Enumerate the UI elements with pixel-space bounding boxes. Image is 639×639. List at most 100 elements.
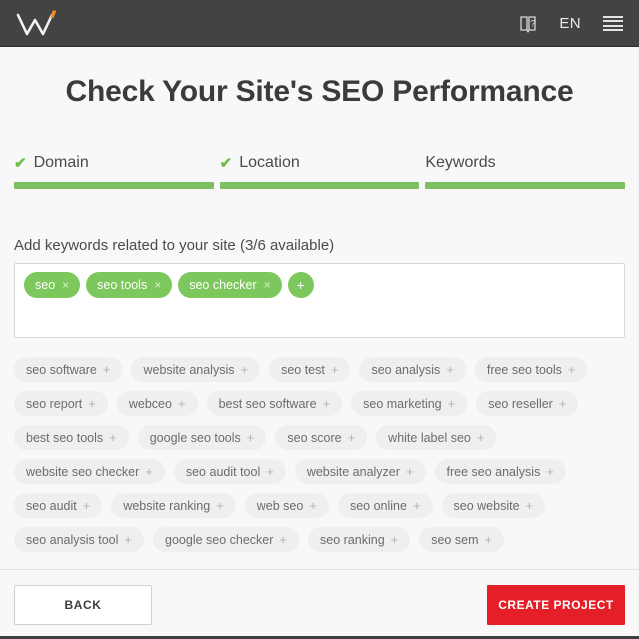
plus-icon[interactable]: + xyxy=(446,363,454,376)
suggested-keyword-label: seo website xyxy=(453,498,520,513)
svg-text:?: ? xyxy=(531,18,536,28)
suggested-keyword[interactable]: seo marketing + xyxy=(351,391,468,416)
plus-icon[interactable]: + xyxy=(323,397,331,410)
plus-icon[interactable]: + xyxy=(484,533,492,546)
step-keywords[interactable]: Keywords xyxy=(425,154,626,189)
suggested-keyword[interactable]: webceo + xyxy=(116,391,198,416)
suggested-keyword[interactable]: seo audit tool + xyxy=(173,459,286,484)
suggested-keyword-label: seo audit xyxy=(26,498,77,513)
keyword-chip[interactable]: seo tools × xyxy=(86,272,173,298)
suggested-keyword[interactable]: website ranking + xyxy=(111,493,236,518)
suggested-keyword-label: white label seo xyxy=(388,430,471,445)
suggested-keyword-label: seo analysis tool xyxy=(26,532,119,547)
check-icon: ✔ xyxy=(219,154,233,172)
plus-icon[interactable]: + xyxy=(348,431,356,444)
plus-icon[interactable]: + xyxy=(391,533,399,546)
close-icon[interactable]: × xyxy=(62,279,69,291)
suggested-keyword[interactable]: seo online + xyxy=(337,493,433,518)
suggested-keyword[interactable]: seo website + xyxy=(441,493,546,518)
keyword-chip-label: seo xyxy=(35,278,56,292)
step-location[interactable]: ✔ Location xyxy=(219,154,426,189)
suggested-keyword-label: seo sem xyxy=(431,532,479,547)
step-location-label: ✔ Location xyxy=(220,154,420,182)
step-keywords-bar xyxy=(425,182,626,189)
step-location-bar xyxy=(219,182,420,189)
plus-icon[interactable]: + xyxy=(88,397,96,410)
plus-icon[interactable]: + xyxy=(124,533,132,546)
plus-icon[interactable]: + xyxy=(109,431,117,444)
suggested-keyword[interactable]: seo audit + xyxy=(14,493,103,518)
suggested-keyword[interactable]: seo ranking + xyxy=(308,527,411,552)
suggested-keyword[interactable]: google seo checker + xyxy=(153,527,300,552)
hamburger-menu-icon[interactable] xyxy=(603,16,623,31)
suggested-keyword-label: google seo tools xyxy=(149,430,241,445)
plus-icon[interactable]: + xyxy=(240,363,248,376)
plus-icon[interactable]: + xyxy=(477,431,485,444)
suggested-keyword[interactable]: website analysis + xyxy=(131,357,261,382)
plus-icon[interactable]: + xyxy=(83,499,91,512)
webceo-w-logo[interactable] xyxy=(14,7,66,41)
plus-icon[interactable]: + xyxy=(413,499,421,512)
suggested-keyword[interactable]: seo analysis tool + xyxy=(14,527,145,552)
suggested-keyword[interactable]: seo test + xyxy=(269,357,351,382)
plus-icon[interactable]: + xyxy=(266,465,274,478)
suggested-keyword[interactable]: seo sem + xyxy=(419,527,505,552)
suggested-keyword[interactable]: white label seo + xyxy=(376,425,497,450)
suggested-keyword-label: best seo tools xyxy=(26,430,104,445)
step-domain-bar xyxy=(14,182,214,189)
close-icon[interactable]: × xyxy=(154,279,161,291)
suggested-keyword-label: seo score xyxy=(287,430,342,445)
suggested-keyword-label: seo test xyxy=(281,362,325,377)
plus-icon[interactable]: + xyxy=(448,397,456,410)
plus-icon[interactable]: + xyxy=(568,363,576,376)
suggested-keyword[interactable]: free seo analysis + xyxy=(434,459,566,484)
step-keywords-label: Keywords xyxy=(425,154,625,182)
suggested-keyword-label: seo marketing xyxy=(363,396,442,411)
step-label-text: Location xyxy=(239,154,300,171)
suggested-keyword-label: website analysis xyxy=(143,362,235,377)
create-project-button[interactable]: CREATE PROJECT xyxy=(487,584,625,625)
suggested-keyword[interactable]: seo reseller + xyxy=(476,391,579,416)
language-selector[interactable]: EN xyxy=(559,15,581,32)
suggested-keyword[interactable]: best seo tools + xyxy=(14,425,129,450)
plus-icon[interactable]: + xyxy=(559,397,567,410)
plus-icon[interactable]: + xyxy=(331,363,339,376)
top-bar: ? EN xyxy=(0,0,639,47)
suggested-keyword-label: seo software xyxy=(26,362,97,377)
plus-icon[interactable]: + xyxy=(145,465,153,478)
plus-icon[interactable]: + xyxy=(406,465,414,478)
plus-icon[interactable]: + xyxy=(247,431,255,444)
book-question-icon[interactable]: ? xyxy=(519,14,537,34)
plus-icon[interactable]: + xyxy=(309,499,317,512)
close-icon[interactable]: × xyxy=(264,279,271,291)
suggested-keywords-list: seo software + website analysis + seo test + s… xyxy=(14,357,622,552)
plus-icon[interactable]: + xyxy=(526,499,534,512)
suggested-keyword[interactable]: best seo software + xyxy=(206,391,343,416)
step-label-text: Domain xyxy=(33,154,89,171)
suggested-keyword[interactable]: seo analysis + xyxy=(359,357,466,382)
suggested-keyword-label: website analyzer xyxy=(306,464,400,479)
plus-icon[interactable]: + xyxy=(279,533,287,546)
suggested-keyword-label: website ranking xyxy=(123,498,211,513)
suggested-keyword[interactable]: seo software + xyxy=(14,357,123,382)
keyword-chip[interactable]: seo × xyxy=(24,272,81,298)
suggested-keyword[interactable]: website analyzer + xyxy=(294,459,426,484)
suggested-keyword[interactable]: free seo tools + xyxy=(474,357,588,382)
step-domain-label: ✔ Domain xyxy=(14,154,214,182)
back-button[interactable]: BACK xyxy=(14,584,152,625)
suggested-keyword[interactable]: seo report + xyxy=(14,391,108,416)
plus-icon[interactable]: + xyxy=(546,465,554,478)
plus-icon[interactable]: + xyxy=(178,397,186,410)
page-content: Check Your Site's SEO Performance ✔ Doma… xyxy=(0,75,639,552)
suggested-keyword-label: seo ranking xyxy=(320,532,385,547)
plus-icon[interactable]: + xyxy=(103,363,111,376)
suggested-keyword[interactable]: web seo + xyxy=(244,493,329,518)
add-keyword-button[interactable]: + xyxy=(287,272,314,298)
suggested-keyword[interactable]: seo score + xyxy=(275,425,368,450)
suggested-keyword[interactable]: website seo checker + xyxy=(14,459,165,484)
plus-icon[interactable]: + xyxy=(216,499,224,512)
step-domain[interactable]: ✔ Domain xyxy=(14,154,220,189)
keywords-input[interactable]: seo × seo tools × seo checker × + xyxy=(14,263,625,338)
suggested-keyword[interactable]: google seo tools + xyxy=(137,425,267,450)
keyword-chip[interactable]: seo checker × xyxy=(178,272,282,298)
